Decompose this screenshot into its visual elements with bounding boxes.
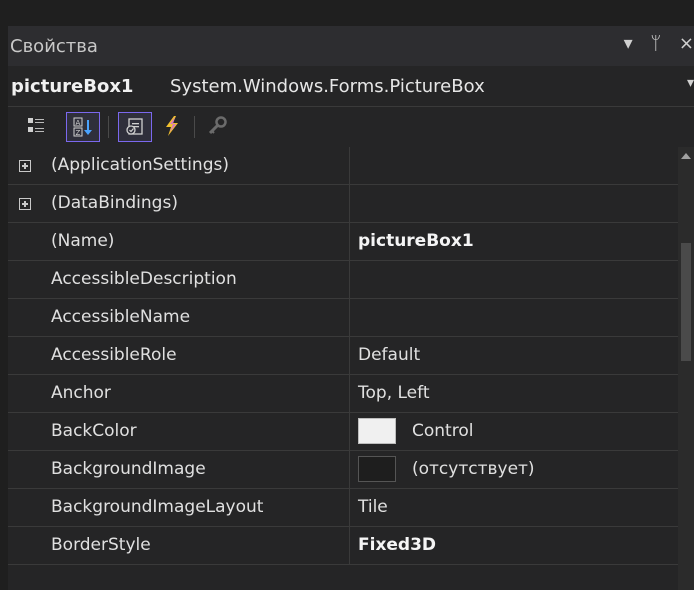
top-strip xyxy=(0,0,694,26)
property-row[interactable]: AccessibleName xyxy=(8,299,678,337)
close-icon[interactable]: × xyxy=(679,33,694,54)
row-gutter xyxy=(8,337,41,374)
object-type: System.Windows.Forms.PictureBox xyxy=(170,76,485,97)
property-row[interactable]: AccessibleRole Default xyxy=(8,337,678,375)
property-row[interactable]: BackColor Control xyxy=(8,413,678,451)
events-icon xyxy=(166,116,178,136)
row-gutter xyxy=(8,527,41,564)
categorized-view-button[interactable] xyxy=(22,112,50,140)
scroll-up-arrow-icon[interactable] xyxy=(681,153,691,159)
row-gutter xyxy=(8,185,41,222)
title-controls: ▾ ᛘ × xyxy=(612,33,694,54)
property-row[interactable]: BorderStyle Fixed3D xyxy=(8,527,678,565)
property-grid: (ApplicationSettings) (DataBindings) (Na… xyxy=(8,147,694,590)
alphabetical-sort-button[interactable]: A Z xyxy=(66,112,100,142)
row-gutter xyxy=(8,375,41,412)
property-row[interactable]: Anchor Top, Left xyxy=(8,375,678,413)
object-selector[interactable]: pictureBox1 System.Windows.Forms.Picture… xyxy=(8,66,694,107)
property-name: AccessibleName xyxy=(51,307,191,327)
color-swatch xyxy=(358,418,396,444)
row-gutter xyxy=(8,451,41,488)
property-name: AccessibleRole xyxy=(51,345,177,365)
property-value[interactable]: Top, Left xyxy=(350,375,678,412)
property-value[interactable]: Tile xyxy=(350,489,678,526)
property-row[interactable]: BackgroundImage (отсутствует) xyxy=(8,451,678,489)
object-name: pictureBox1 xyxy=(11,76,134,97)
pin-icon[interactable]: ᛘ xyxy=(650,33,661,54)
row-gutter xyxy=(8,413,41,450)
property-name: (ApplicationSettings) xyxy=(51,155,229,175)
property-pages-button[interactable] xyxy=(204,112,232,140)
alphabetical-sort-icon: A Z xyxy=(73,117,92,137)
expand-plus-icon[interactable] xyxy=(18,197,31,210)
property-row[interactable]: BackgroundImageLayout Tile xyxy=(8,489,678,527)
property-pages-icon xyxy=(208,116,227,135)
property-value: Control xyxy=(412,421,474,441)
property-value-cell[interactable]: (отсутствует) xyxy=(350,451,678,488)
panel-title: Свойства xyxy=(10,36,98,57)
row-gutter xyxy=(8,261,41,298)
row-gutter xyxy=(8,489,41,526)
row-gutter xyxy=(8,299,41,336)
panel-titlebar: Свойства ▾ ᛘ × xyxy=(8,26,694,66)
property-row[interactable]: (Name) pictureBox1 xyxy=(8,223,678,261)
property-value[interactable] xyxy=(350,261,678,298)
property-name: (Name) xyxy=(51,231,115,251)
properties-panel: Свойства ▾ ᛘ × pictureBox1 System.Window… xyxy=(8,26,694,590)
svg-text:Z: Z xyxy=(76,129,81,137)
property-name: BackColor xyxy=(51,421,137,441)
properties-button[interactable] xyxy=(118,112,152,142)
dropdown-arrow-icon[interactable]: ▾ xyxy=(624,33,633,54)
object-dropdown-icon[interactable]: ▾ xyxy=(687,75,694,91)
vertical-scrollbar[interactable] xyxy=(678,147,694,590)
toolbar: A Z xyxy=(8,108,694,146)
events-button[interactable] xyxy=(158,112,186,140)
properties-icon xyxy=(126,118,143,135)
property-name: Anchor xyxy=(51,383,111,403)
expand-plus-icon[interactable] xyxy=(18,159,31,172)
property-name: BorderStyle xyxy=(51,535,151,555)
toolbar-separator xyxy=(194,116,195,138)
property-name: BackgroundImage xyxy=(51,459,206,479)
scrollbar-thumb[interactable] xyxy=(681,243,691,361)
property-value: (отсутствует) xyxy=(412,459,535,479)
row-gutter xyxy=(8,223,41,260)
property-row[interactable]: (DataBindings) xyxy=(8,185,678,223)
property-value[interactable] xyxy=(350,185,678,222)
row-gutter xyxy=(8,147,41,184)
image-swatch xyxy=(358,456,396,482)
property-row[interactable]: AccessibleDescription xyxy=(8,261,678,299)
property-value[interactable] xyxy=(350,147,678,184)
property-name: AccessibleDescription xyxy=(51,269,237,289)
property-value[interactable]: Default xyxy=(350,337,678,374)
property-value[interactable] xyxy=(350,299,678,336)
property-name: BackgroundImageLayout xyxy=(51,497,264,517)
property-value[interactable]: Fixed3D xyxy=(350,527,678,564)
property-value-cell[interactable]: Control xyxy=(350,413,678,450)
property-value[interactable]: pictureBox1 xyxy=(350,223,678,260)
svg-text:A: A xyxy=(76,119,81,127)
property-row[interactable]: (ApplicationSettings) xyxy=(8,147,678,185)
categorized-view-icon xyxy=(28,118,44,132)
property-name: (DataBindings) xyxy=(51,193,178,213)
toolbar-separator xyxy=(108,116,109,138)
left-strip xyxy=(0,26,8,590)
